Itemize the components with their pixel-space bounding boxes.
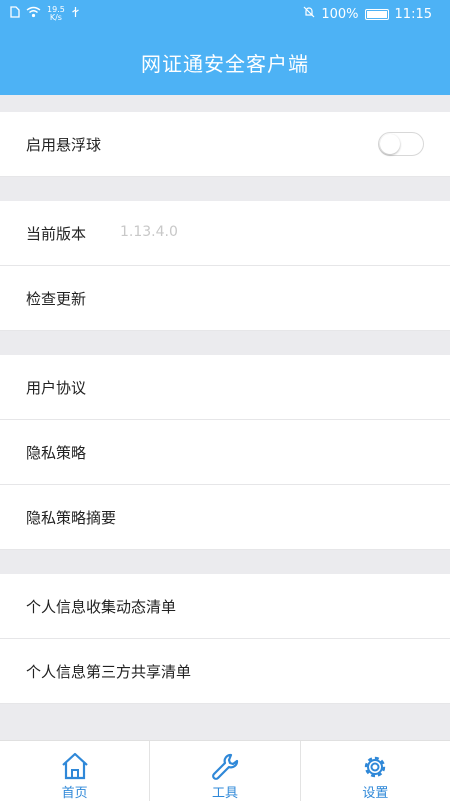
bottom-tab-bar: 首页 工具 设置: [0, 740, 450, 801]
section-divider: [0, 177, 450, 201]
float-ball-setting: 启用悬浮球: [0, 112, 450, 177]
page-title: 网证通安全客户端: [141, 52, 309, 76]
tab-settings-label: 设置: [362, 786, 389, 801]
privacy-policy-row[interactable]: 隐私策略: [0, 420, 450, 485]
section-divider: [0, 95, 450, 112]
tab-home-label: 首页: [61, 786, 88, 801]
privacy-summary-row[interactable]: 隐私策略摘要: [0, 485, 450, 550]
sim-icon: [10, 6, 20, 22]
user-agreement-row[interactable]: 用户协议: [0, 355, 450, 420]
status-bar: 19.5 K/s 100% 11:15: [0, 0, 450, 30]
check-update-row[interactable]: 检查更新: [0, 266, 450, 331]
tab-settings[interactable]: 设置: [299, 741, 450, 801]
check-update-label: 检查更新: [26, 290, 87, 308]
usb-icon: [71, 6, 80, 22]
mute-bell-icon: [303, 6, 315, 22]
gear-icon: [360, 752, 390, 786]
battery-icon: [364, 8, 389, 20]
tab-home[interactable]: 首页: [0, 741, 149, 801]
toggle-knob: [380, 134, 400, 154]
app-header: 19.5 K/s 100% 11:15 网证通安全客户端: [0, 0, 450, 95]
tab-tools[interactable]: 工具: [149, 741, 299, 801]
float-ball-toggle[interactable]: [378, 132, 424, 156]
section-divider: [0, 331, 450, 355]
tab-tools-label: 工具: [211, 786, 238, 801]
wrench-icon: [210, 752, 240, 784]
wifi-icon: [26, 6, 41, 22]
home-icon: [60, 752, 90, 784]
current-version-label: 当前版本: [26, 225, 87, 243]
info-collection-list-label: 个人信息收集动态清单: [26, 598, 177, 616]
current-version-value: 1.13.4.0: [120, 224, 178, 240]
privacy-policy-label: 隐私策略: [26, 444, 87, 462]
float-ball-label: 启用悬浮球: [26, 136, 102, 154]
settings-list: 启用悬浮球 当前版本 1.13.4.0 检查更新 用户协议 隐私策略 隐私策略摘…: [0, 95, 450, 704]
battery-percent: 100%: [321, 6, 359, 22]
third-party-sharing-list-label: 个人信息第三方共享清单: [26, 663, 192, 681]
current-version-row: 当前版本 1.13.4.0: [0, 201, 450, 266]
network-speed-unit: K/s: [49, 13, 62, 22]
user-agreement-label: 用户协议: [26, 379, 87, 397]
section-divider: [0, 550, 450, 574]
info-collection-list-row[interactable]: 个人信息收集动态清单: [0, 574, 450, 639]
network-speed: 19.5 K/s: [47, 6, 65, 22]
clock: 11:15: [394, 6, 432, 22]
privacy-summary-label: 隐私策略摘要: [26, 509, 117, 527]
third-party-sharing-list-row[interactable]: 个人信息第三方共享清单: [0, 639, 450, 704]
